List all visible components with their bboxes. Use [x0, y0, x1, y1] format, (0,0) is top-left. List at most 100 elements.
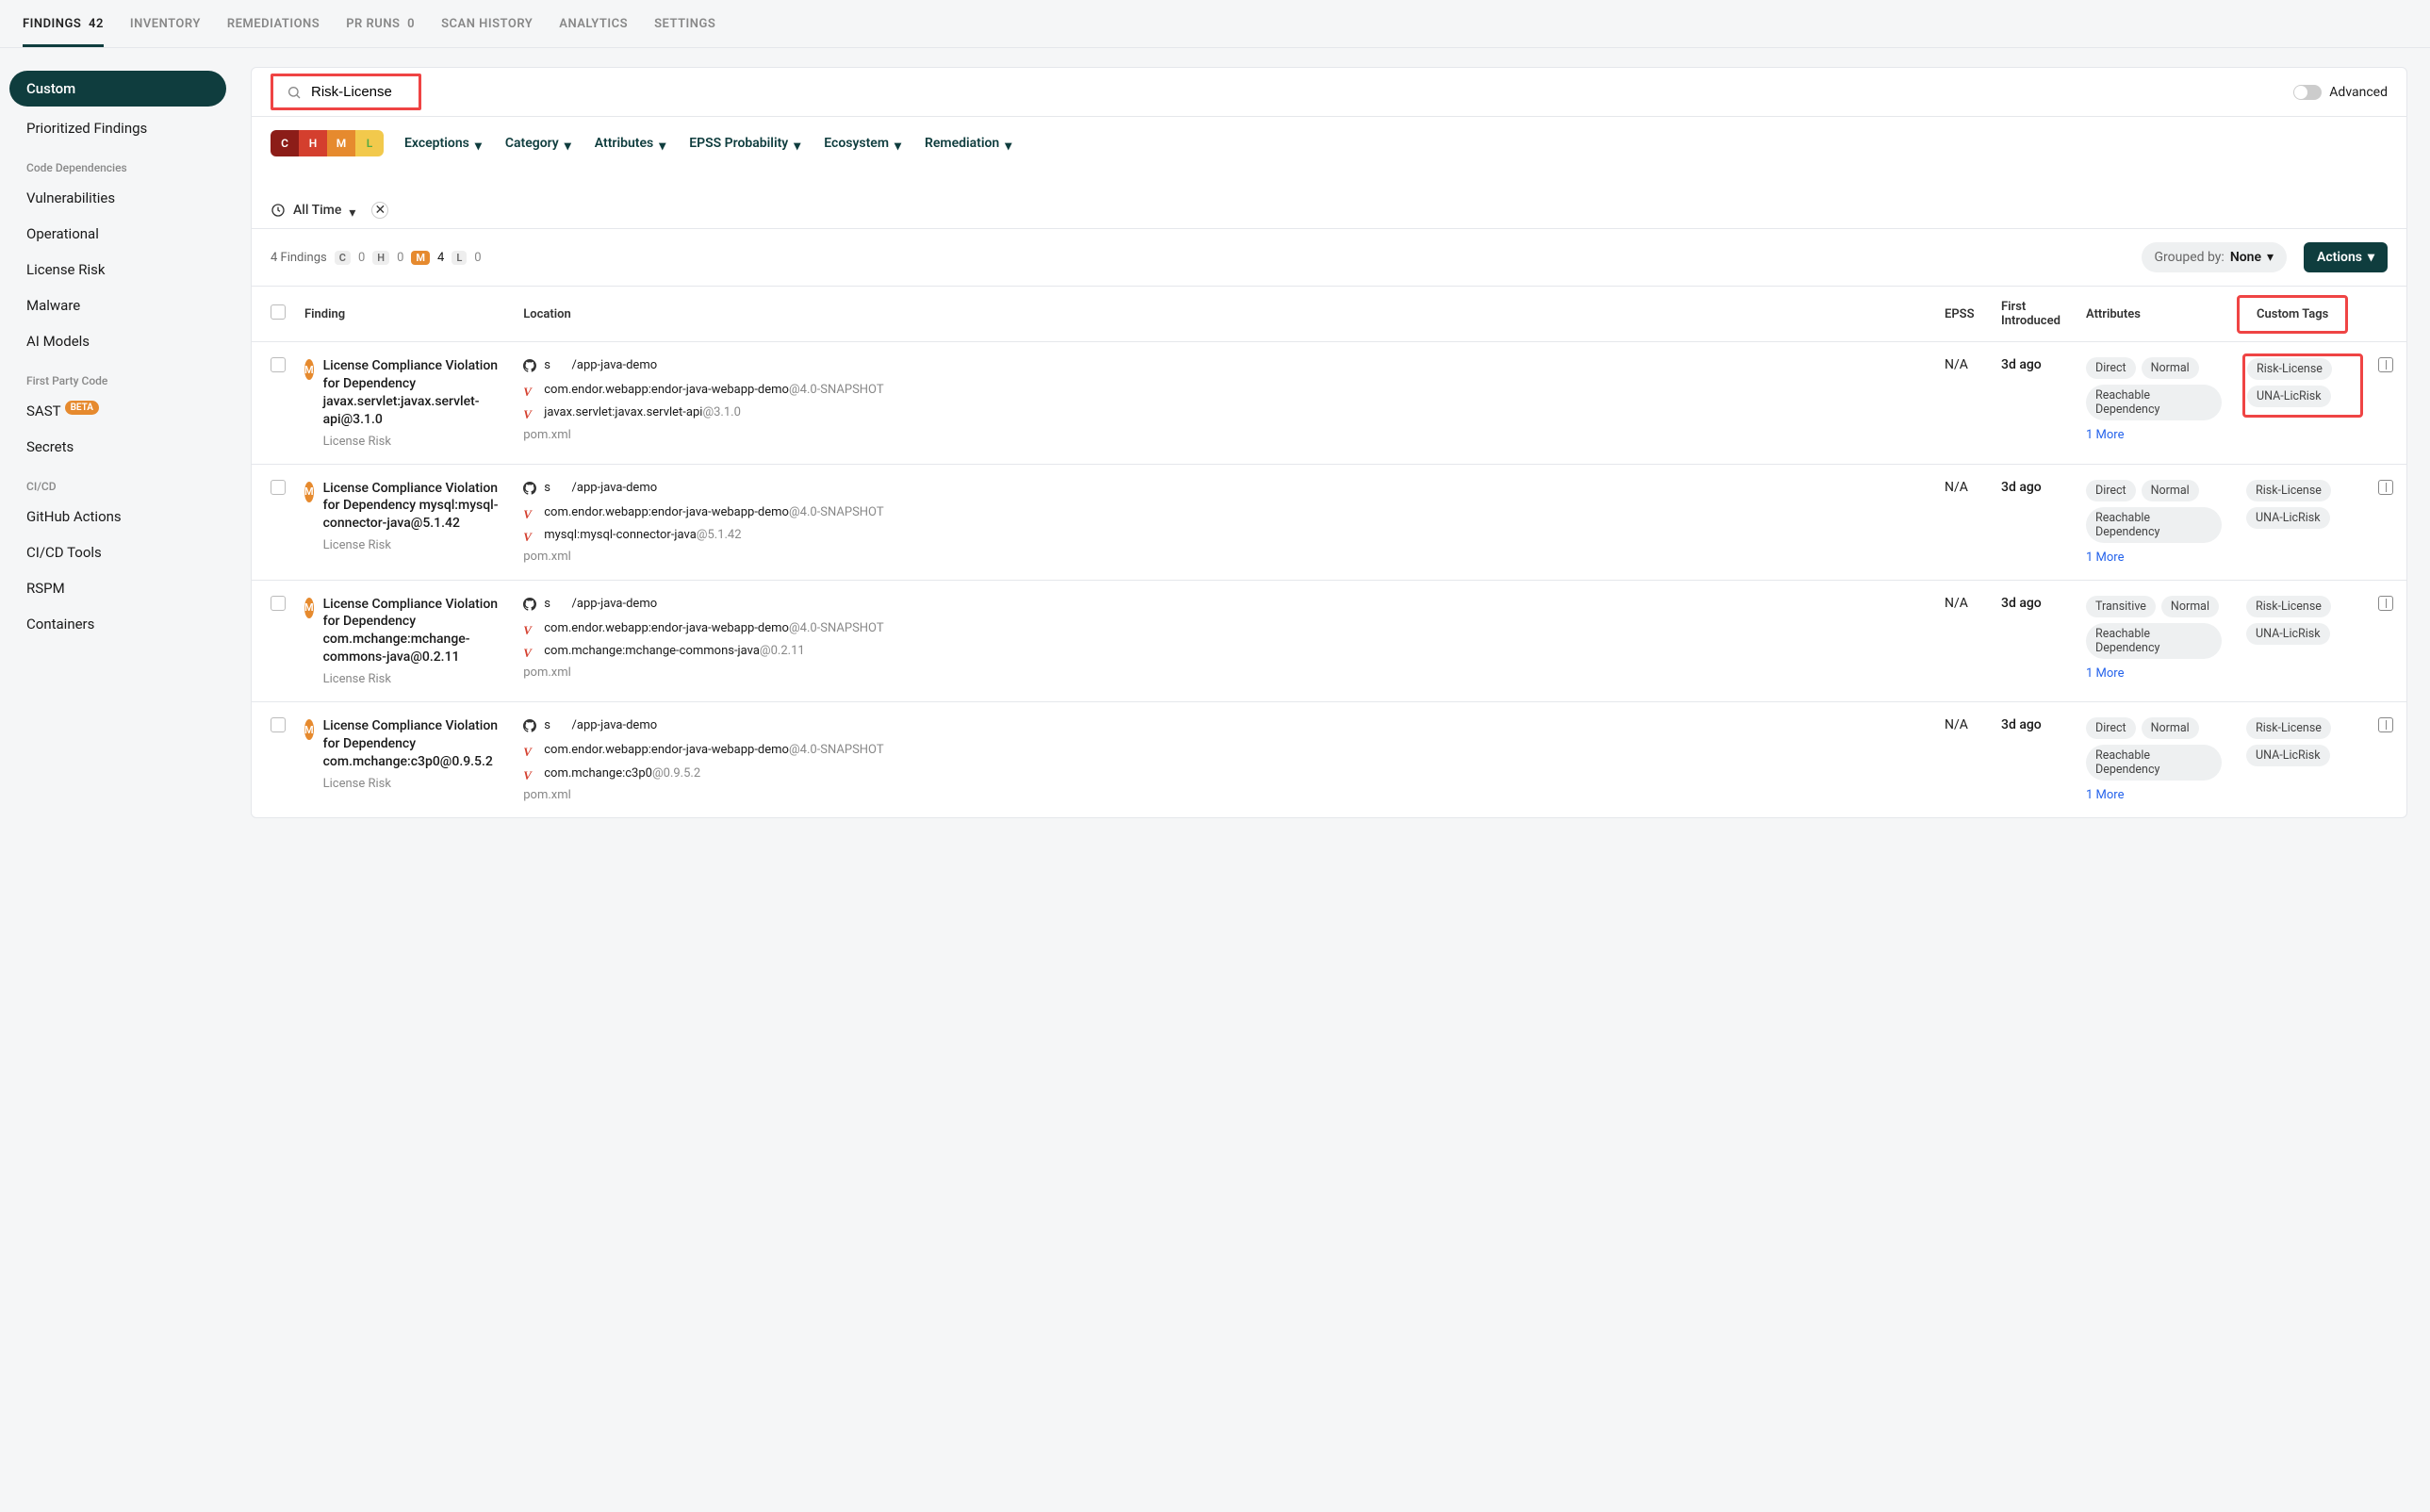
- sidebar-containers[interactable]: Containers: [9, 606, 226, 642]
- dependency[interactable]: javax.servlet:javax.servlet-api@3.1.0: [544, 404, 741, 421]
- expand-icon[interactable]: [2378, 480, 2393, 495]
- sidebar-custom[interactable]: Custom: [9, 71, 226, 107]
- attribute-tag: Direct: [2086, 717, 2136, 739]
- sidebar-item-ai-models[interactable]: AI Models: [9, 323, 226, 359]
- clock-icon: [271, 203, 286, 218]
- row-checkbox[interactable]: [271, 717, 286, 732]
- dependency[interactable]: mysql:mysql-connector-java@5.1.42: [544, 527, 741, 544]
- tab-findings[interactable]: FINDINGS 42: [23, 17, 104, 47]
- dependency[interactable]: com.mchange:mchange-commons-java@0.2.11: [544, 643, 804, 660]
- sev-critical[interactable]: C: [271, 130, 299, 156]
- package-path[interactable]: com.endor.webapp:endor-java-webapp-demo@…: [544, 382, 883, 399]
- filter-attributes[interactable]: Attributes▾: [595, 136, 668, 151]
- tab-pr-runs[interactable]: PR RUNS 0: [346, 17, 415, 47]
- filter-exceptions[interactable]: Exceptions▾: [404, 136, 484, 151]
- col-epss: EPSS: [1935, 287, 1992, 342]
- attribute-tag: Normal: [2142, 480, 2199, 501]
- table-row: M License Compliance Violation for Depen…: [252, 464, 2406, 580]
- filter-bar: C H M L Exceptions▾ Category▾ Attributes…: [252, 117, 2406, 229]
- sidebar-item-malware[interactable]: Malware: [9, 288, 226, 323]
- time-filter[interactable]: All Time: [293, 203, 341, 218]
- finding-category: License Risk: [323, 777, 505, 791]
- more-link[interactable]: 1 More: [2086, 666, 2227, 681]
- attribute-tag: Transitive: [2086, 596, 2156, 617]
- package-icon: V: [523, 384, 536, 401]
- file-path: pom.xml: [523, 788, 1926, 802]
- col-finding: Finding: [295, 287, 514, 342]
- file-path: pom.xml: [523, 428, 1926, 442]
- sidebar-secrets[interactable]: Secrets: [9, 429, 226, 465]
- package-path[interactable]: com.endor.webapp:endor-java-webapp-demo@…: [544, 504, 883, 521]
- sast-label: SAST: [26, 403, 61, 419]
- table-row: M License Compliance Violation for Depen…: [252, 580, 2406, 702]
- sidebar-item-license-risk[interactable]: License Risk: [9, 252, 226, 288]
- repo-path[interactable]: s /app-java-demo: [544, 717, 657, 734]
- more-link[interactable]: 1 More: [2086, 551, 2227, 565]
- custom-tag: Risk-License: [2246, 717, 2331, 739]
- row-checkbox[interactable]: [271, 357, 286, 372]
- package-path[interactable]: com.endor.webapp:endor-java-webapp-demo@…: [544, 620, 883, 637]
- finding-title[interactable]: License Compliance Violation for Depende…: [323, 357, 505, 429]
- sidebar-item-github-actions[interactable]: GitHub Actions: [9, 499, 226, 534]
- beta-badge: BETA: [65, 401, 99, 415]
- sidebar-item-vulnerabilities[interactable]: Vulnerabilities: [9, 180, 226, 216]
- row-checkbox[interactable]: [271, 596, 286, 611]
- tab-scan-history[interactable]: SCAN HISTORY: [441, 17, 533, 47]
- epss-value: N/A: [1935, 580, 1992, 702]
- tab-inventory[interactable]: INVENTORY: [130, 17, 201, 47]
- search-box: [271, 74, 421, 110]
- actions-button[interactable]: Actions▾: [2304, 242, 2388, 272]
- summary-row: 4 Findings C0 H0 M4 L0 Grouped by: None …: [252, 229, 2406, 286]
- filter-category[interactable]: Category▾: [505, 136, 574, 151]
- file-path: pom.xml: [523, 550, 1926, 564]
- filter-remediation[interactable]: Remediation▾: [925, 136, 1014, 151]
- more-link[interactable]: 1 More: [2086, 428, 2227, 442]
- filter-epss[interactable]: EPSS Probability▾: [689, 136, 803, 151]
- row-checkbox[interactable]: [271, 480, 286, 495]
- finding-title[interactable]: License Compliance Violation for Depende…: [323, 717, 505, 771]
- chevron-down-icon: ▾: [1005, 139, 1014, 148]
- chevron-down-icon: ▾: [349, 205, 358, 215]
- dependency[interactable]: com.mchange:c3p0@0.9.5.2: [544, 765, 700, 782]
- dep-icon: V: [523, 767, 536, 784]
- grouped-by[interactable]: Grouped by: None ▾: [2142, 242, 2288, 272]
- tab-analytics[interactable]: ANALYTICS: [559, 17, 628, 47]
- repo-path[interactable]: s /app-java-demo: [544, 480, 657, 497]
- tab-settings[interactable]: SETTINGS: [654, 17, 715, 47]
- clear-filters[interactable]: ✕: [371, 202, 388, 219]
- count-h: H: [372, 251, 389, 265]
- select-all-checkbox[interactable]: [271, 304, 286, 320]
- epss-value: N/A: [1935, 702, 1992, 818]
- finding-title[interactable]: License Compliance Violation for Depende…: [323, 596, 505, 667]
- sidebar-item-ci-cd-tools[interactable]: CI/CD Tools: [9, 534, 226, 570]
- col-first: First Introduced: [1992, 287, 2077, 342]
- finding-category: License Risk: [323, 435, 505, 449]
- finding-title[interactable]: License Compliance Violation for Depende…: [323, 480, 505, 534]
- sidebar-item-operational[interactable]: Operational: [9, 216, 226, 252]
- filter-ecosystem[interactable]: Ecosystem▾: [824, 136, 904, 151]
- sidebar-item-rspm[interactable]: RSPM: [9, 570, 226, 606]
- sev-medium[interactable]: M: [327, 130, 355, 156]
- more-link[interactable]: 1 More: [2086, 788, 2227, 802]
- package-path[interactable]: com.endor.webapp:endor-java-webapp-demo@…: [544, 742, 883, 759]
- expand-icon[interactable]: [2378, 357, 2393, 372]
- attribute-tag: Normal: [2142, 357, 2199, 379]
- sev-low[interactable]: L: [355, 130, 384, 156]
- repo-path[interactable]: s /app-java-demo: [544, 596, 657, 613]
- repo-path[interactable]: s /app-java-demo: [544, 357, 657, 374]
- expand-icon[interactable]: [2378, 596, 2393, 611]
- dep-icon: V: [523, 406, 536, 423]
- github-icon: [523, 482, 536, 501]
- tab-remediations[interactable]: REMEDIATIONS: [227, 17, 320, 47]
- sev-high[interactable]: H: [299, 130, 327, 156]
- custom-tag: UNA-LicRisk: [2246, 623, 2330, 645]
- sidebar-prioritized[interactable]: Prioritized Findings: [9, 110, 226, 146]
- expand-icon[interactable]: [2378, 717, 2393, 732]
- search-input[interactable]: [311, 84, 405, 100]
- count-m: M: [411, 251, 430, 265]
- sidebar-sast[interactable]: SAST BETA: [9, 393, 226, 429]
- advanced-toggle[interactable]: [2293, 85, 2322, 100]
- search-icon: [287, 85, 302, 100]
- first-introduced: 3d ago: [1992, 342, 2077, 465]
- chevron-down-icon: ▾: [895, 139, 904, 148]
